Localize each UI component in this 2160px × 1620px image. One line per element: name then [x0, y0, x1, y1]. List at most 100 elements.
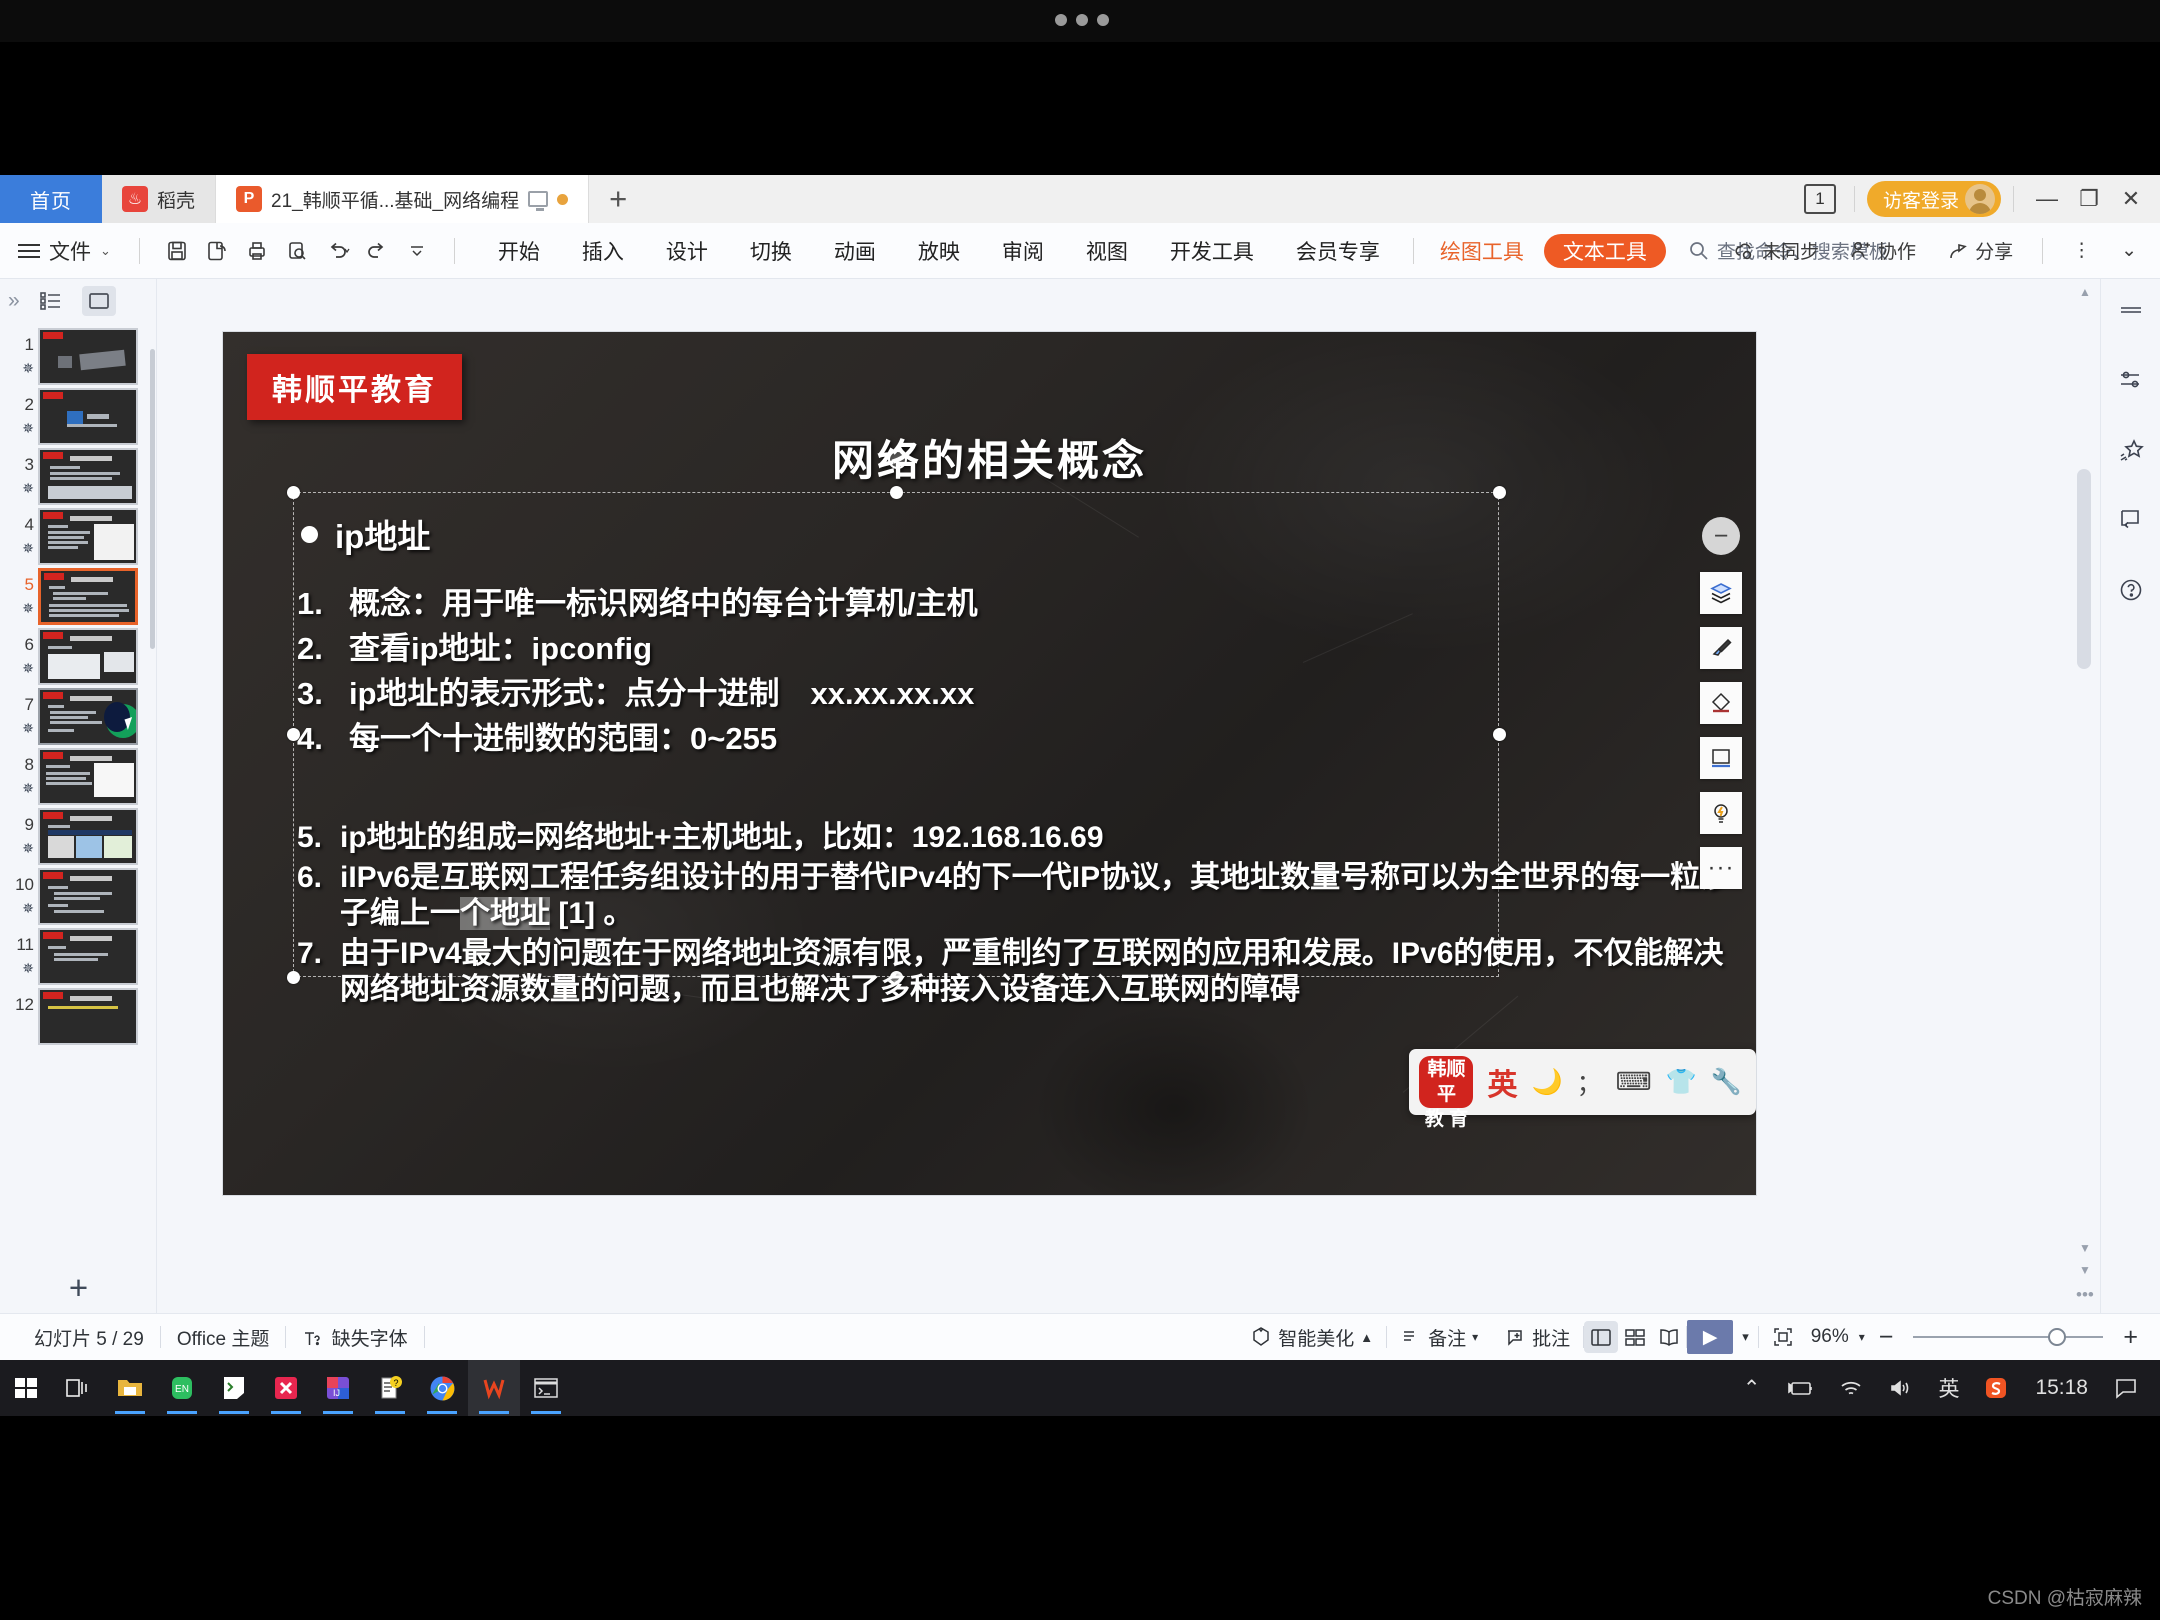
sogou-icon[interactable] — [1971, 1375, 2021, 1401]
zoom-menu-icon[interactable]: ▾ — [1853, 1330, 1871, 1344]
cast-screen-icon[interactable] — [528, 191, 549, 211]
slide-view-icon[interactable] — [81, 286, 116, 316]
resize-handle-tr[interactable] — [1493, 486, 1506, 499]
theme-label[interactable]: Office 主题 — [161, 1324, 286, 1351]
ribbon-tab-view[interactable]: 视图 — [1065, 236, 1149, 266]
ribbon-collapse-button[interactable]: ⌄ — [2108, 239, 2150, 262]
ribbon-tab-transition[interactable]: 切换 — [729, 236, 813, 266]
scroll-up-icon[interactable]: ▲ — [2079, 285, 2091, 299]
more-dots-icon[interactable]: ··· — [1700, 847, 1742, 889]
file-explorer-icon[interactable] — [104, 1360, 156, 1416]
redo-icon[interactable] — [360, 234, 394, 268]
outline-view-icon[interactable] — [34, 286, 68, 316]
ribbon-tab-slideshow[interactable]: 放映 — [897, 236, 981, 266]
cmder-icon[interactable] — [208, 1360, 260, 1416]
ribbon-tab-start[interactable]: 开始 — [477, 236, 561, 266]
zoom-out-button[interactable]: − — [1871, 1323, 1902, 1352]
resize-handle-tl[interactable] — [287, 486, 300, 499]
save-as-icon[interactable] — [200, 234, 234, 268]
panel-expand-icon[interactable]: » — [8, 289, 20, 313]
thumbnail-item[interactable]: 7 ✵ — [0, 683, 156, 745]
thumbnail-item-current[interactable]: 5 ✵ — [0, 563, 156, 625]
guest-login-button[interactable]: 访客登录 — [1866, 181, 2001, 217]
print-preview-icon[interactable] — [280, 234, 314, 268]
notepad-help-icon[interactable]: ? — [364, 1360, 416, 1416]
thumbnail-item[interactable]: 11 ✵ — [0, 923, 156, 985]
missing-font-button[interactable]: 缺失字体 — [286, 1324, 423, 1351]
ribbon-more-button[interactable]: ⋮ — [2059, 239, 2104, 262]
minimize-button[interactable]: — — [2026, 175, 2068, 223]
skin-icon[interactable]: 👕 — [1666, 1068, 1697, 1097]
scroll-thumb[interactable] — [2077, 469, 2091, 669]
brush-icon[interactable] — [1700, 627, 1742, 669]
window-count-badge[interactable]: 1 — [1803, 184, 1836, 214]
maximize-restore-button[interactable]: ❐ — [2068, 175, 2110, 223]
save-icon[interactable] — [160, 234, 194, 268]
taskbar-clock[interactable]: 15:18 — [2021, 1376, 2102, 1400]
idea-bulb-icon[interactable] — [1700, 792, 1742, 834]
slide-title[interactable]: 网络的相关概念 — [223, 427, 1756, 488]
zoom-level-label[interactable]: 96% — [1807, 1326, 1853, 1348]
fit-to-window-button[interactable] — [1759, 1326, 1807, 1348]
shape-style-icon[interactable] — [1700, 682, 1742, 724]
sogou-ime-bar[interactable]: 韩顺平 教 育 英 🌙 ； ⌨ 👕 🔧 — [1409, 1049, 1756, 1130]
new-tab-button[interactable]: + — [589, 175, 647, 223]
smart-beautify-button[interactable]: 智能美化 ▲ — [1237, 1324, 1386, 1351]
ribbon-tab-member[interactable]: 会员专享 — [1275, 236, 1401, 266]
start-slideshow-button[interactable]: ▶ — [1687, 1320, 1734, 1354]
stage-scrollbar[interactable]: ▲ ▼ ▼ ••• — [2073, 279, 2095, 1313]
add-slide-button[interactable]: + — [0, 1269, 157, 1307]
ribbon-tab-design[interactable]: 设计 — [645, 236, 729, 266]
normal-view-icon[interactable] — [1584, 1321, 1619, 1353]
slideshow-options-icon[interactable]: ▾ — [1733, 1329, 1758, 1345]
comments-button[interactable]: 批注 — [1491, 1324, 1583, 1351]
thumbnail-item[interactable]: 1 ✵ — [0, 323, 156, 385]
close-button[interactable]: ✕ — [2110, 175, 2152, 223]
frame-icon[interactable] — [1700, 737, 1742, 779]
task-view-icon[interactable] — [52, 1360, 104, 1416]
ribbon-tab-animation[interactable]: 动画 — [813, 236, 897, 266]
ribbon-tab-developer[interactable]: 开发工具 — [1149, 236, 1275, 266]
slide-counter[interactable]: 幻灯片 5 / 29 — [18, 1324, 160, 1351]
thumbnail-item[interactable]: 8 ✵ — [0, 743, 156, 805]
wrench-icon[interactable]: 🔧 — [1711, 1068, 1742, 1097]
wps-icon[interactable] — [468, 1360, 520, 1416]
wifi-icon[interactable] — [1826, 1378, 1876, 1398]
scroll-down-icon[interactable]: ▼ — [2079, 1241, 2091, 1255]
slide-bullet-heading[interactable]: ip地址 — [301, 510, 430, 558]
sorter-view-icon[interactable] — [1618, 1321, 1652, 1353]
tab-docer[interactable]: ♨ 稻壳 — [102, 175, 217, 223]
thumbnail-item[interactable]: 9 ✵ — [0, 803, 156, 865]
thumbnail-item[interactable]: 2 ✵ — [0, 383, 156, 445]
tab-home[interactable]: 首页 — [0, 175, 102, 223]
moon-icon[interactable]: 🌙 — [1531, 1068, 1562, 1097]
thumbnail-item[interactable]: 6 ✵ — [0, 623, 156, 685]
xmind-icon[interactable] — [260, 1360, 312, 1416]
zoom-slider-knob[interactable] — [2048, 1328, 2067, 1346]
evernote-icon[interactable]: EN — [156, 1360, 208, 1416]
panel-handle-icon[interactable] — [2114, 293, 2148, 327]
keyboard-icon[interactable]: ⌨ — [1616, 1067, 1652, 1097]
sync-status-button[interactable]: 未同步 — [1720, 237, 1832, 264]
next-slide-icon[interactable]: ▼ — [2079, 1263, 2091, 1277]
chrome-icon[interactable] — [416, 1360, 468, 1416]
notification-icon[interactable] — [2102, 1377, 2150, 1399]
thumbnail-item[interactable]: 4 ✵ — [0, 503, 156, 565]
windows-start-icon[interactable] — [0, 1360, 52, 1416]
intellij-idea-icon[interactable]: IJ — [312, 1360, 364, 1416]
qat-more-icon[interactable] — [400, 234, 434, 268]
thumbnail-scrollbar[interactable] — [150, 349, 155, 649]
present-share-icon[interactable] — [2114, 503, 2148, 537]
slide-list-upper[interactable]: 1. 概念：用于唯一标识网络中的每台计算机/主机 2. 查看ip地址：ipcon… — [297, 587, 1707, 768]
collapse-minus-icon[interactable]: − — [1702, 517, 1740, 555]
reading-view-icon[interactable] — [1652, 1321, 1686, 1353]
zoom-in-button[interactable]: + — [2115, 1323, 2146, 1352]
ribbon-tab-drawing-tools[interactable]: 绘图工具 — [1426, 236, 1538, 266]
ime-language-indicator[interactable]: 英 — [1926, 1373, 1971, 1403]
thumbnail-item[interactable]: 12 — [0, 983, 156, 1045]
notes-button[interactable]: 备注 ▾ — [1387, 1324, 1491, 1351]
rotate-handle[interactable] — [888, 450, 907, 469]
print-icon[interactable] — [240, 234, 274, 268]
sliders-icon[interactable] — [2114, 363, 2148, 397]
battery-charging-icon[interactable] — [1772, 1378, 1826, 1398]
